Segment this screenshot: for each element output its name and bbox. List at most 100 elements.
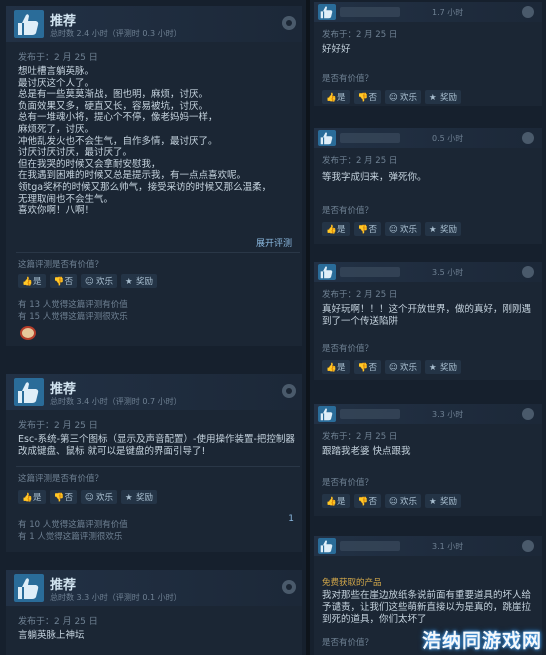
review-header: 推荐 总时数 3.3 小时（评测时 0.1 小时） [6, 570, 302, 606]
helpful-question: 是否有价值？ [322, 74, 374, 84]
award-button[interactable]: ★ 奖励 [425, 90, 462, 104]
thumbs-down-icon: 👎 [357, 225, 369, 235]
review-card: 3.5 小时 发布于：2 月 25 日 真好玩啊！！！这个开放世界，做的真好，刚… [314, 262, 542, 380]
posted-date: 发布于：2 月 25 日 [322, 290, 398, 300]
expand-review-link[interactable]: 展开评测 [256, 236, 292, 249]
posted-date: 发布于：2 月 25 日 [322, 30, 398, 40]
vote-buttons: 👍 是 👎 否 ☺ 欢乐 ★ 奖励 [18, 274, 158, 288]
review-header: 3.3 小时 [314, 404, 542, 424]
smile-icon: ☺ [85, 493, 94, 503]
vote-no-button[interactable]: 👎 否 [49, 490, 78, 504]
vote-yes-button[interactable]: 👍 是 [18, 274, 46, 288]
review-card: 3.3 小时 发布于：2 月 25 日 跟踏我老婆 快点跟我 是否有价值？ 👍 是… [314, 404, 542, 516]
award-icon: ★ [125, 277, 133, 287]
thumbs-up-icon: 👍 [326, 497, 337, 507]
vote-yes-button[interactable]: 👍 是 [322, 360, 350, 374]
award-icon: ★ [125, 493, 133, 503]
vote-funny-button[interactable]: ☺ 欢乐 [385, 494, 422, 508]
steam-icon[interactable] [522, 132, 534, 144]
review-card: 1.7 小时 发布于：2 月 25 日 好好好 是否有价值？ 👍 是 👎 否 ☺ 欢乐… [314, 2, 542, 106]
posted-date: 发布于：2 月 25 日 [18, 53, 98, 63]
award-button[interactable]: ★ 奖励 [425, 222, 462, 236]
helpful-question: 是否有价值？ [322, 206, 374, 216]
recommend-label: 推荐 [50, 14, 77, 29]
smile-icon: ☺ [389, 93, 398, 103]
posted-date: 发布于：2 月 25 日 [18, 421, 98, 431]
review-header: 0.5 小时 [314, 128, 542, 148]
divider [16, 252, 300, 253]
award-emoticon [20, 326, 36, 340]
thumbs-up-icon: 👍 [22, 493, 33, 503]
hours-played: 3.3 小时 [432, 410, 464, 419]
review-card: 推荐 总时数 3.3 小时（评测时 0.1 小时） 发布于：2 月 25 日 言… [6, 570, 302, 655]
review-header: 推荐 总时数 2.4 小时（评测时 0.3 小时） [6, 6, 302, 42]
posted-date: 发布于：2 月 25 日 [18, 617, 98, 627]
thumbs-up-icon [14, 10, 44, 38]
award-button[interactable]: ★ 奖励 [425, 360, 462, 374]
review-card: 推荐 总时数 3.4 小时（评测时 0.7 小时） 发布于：2 月 25 日 E… [6, 374, 302, 552]
vote-no-button[interactable]: 👎 否 [353, 494, 382, 508]
wrench-icon[interactable] [522, 540, 534, 552]
helpful-count: 有 10 人觉得这篇评测有价值 [18, 520, 128, 530]
vote-no-button[interactable]: 👎 否 [353, 222, 382, 236]
vote-no-button[interactable]: 👎 否 [49, 274, 78, 288]
redacted-username [340, 541, 400, 551]
review-header: 3.5 小时 [314, 262, 542, 282]
hours-played: 总时数 3.4 小时（评测时 0.7 小时） [50, 397, 182, 406]
steam-icon[interactable] [282, 384, 296, 398]
right-review-column: 1.7 小时 发布于：2 月 25 日 好好好 是否有价值？ 👍 是 👎 否 ☺ 欢乐… [310, 0, 546, 655]
thumbs-down-icon: 👎 [357, 363, 369, 373]
thumbs-up-icon [14, 574, 44, 602]
vote-yes-button[interactable]: 👍 是 [322, 222, 350, 236]
vote-funny-button[interactable]: ☺ 欢乐 [81, 490, 118, 504]
award-icon: ★ [429, 225, 437, 235]
comment-count-link[interactable]: 1 [288, 514, 294, 524]
vote-buttons: 👍 是 👎 否 ☺ 欢乐 ★ 奖励 [18, 490, 158, 504]
thumbs-up-icon [318, 4, 336, 20]
award-button[interactable]: ★ 奖励 [425, 494, 462, 508]
recommend-label: 推荐 [50, 578, 77, 593]
hours-played: 0.5 小时 [432, 134, 464, 143]
thumbs-up-icon [318, 406, 336, 422]
smile-icon: ☺ [389, 497, 398, 507]
steam-icon[interactable] [522, 6, 534, 18]
thumbs-up-icon [318, 130, 336, 146]
review-card: 0.5 小时 发布于：2 月 25 日 等我字成归来，弹死你。 是否有价值？ 👍… [314, 128, 542, 244]
vote-funny-button[interactable]: ☺ 欢乐 [385, 360, 422, 374]
award-icon: ★ [429, 497, 437, 507]
helpful-question: 是否有价值？ [322, 344, 374, 354]
review-body: 真好玩啊！！！这个开放世界，做的真好，刚刚遇 到了一个传送陷阱 [322, 304, 532, 327]
award-button[interactable]: ★ 奖励 [121, 274, 158, 288]
award-icon: ★ [429, 363, 437, 373]
steam-icon[interactable] [522, 408, 534, 420]
vote-funny-button[interactable]: ☺ 欢乐 [385, 222, 422, 236]
review-header: 推荐 总时数 3.4 小时（评测时 0.7 小时） [6, 374, 302, 410]
hours-played: 总时数 2.4 小时（评测时 0.3 小时） [50, 29, 182, 38]
hours-played: 总时数 3.3 小时（评测时 0.1 小时） [50, 593, 182, 602]
vote-no-button[interactable]: 👎 否 [353, 90, 382, 104]
helpful-question: 是否有价值？ [322, 638, 374, 648]
vote-funny-button[interactable]: ☺ 欢乐 [81, 274, 118, 288]
vote-yes-button[interactable]: 👍 是 [322, 494, 350, 508]
review-header: 3.1 小时 [314, 536, 542, 556]
award-icon: ★ [429, 93, 437, 103]
review-body: Esc-系统-第三个图标（显示及声音配置）-使用操作装置-把控制器 改成键盘、鼠… [18, 434, 295, 457]
thumbs-up-icon [318, 538, 336, 554]
helpful-count: 有 13 人觉得这篇评测有价值 [18, 300, 128, 310]
review-body: 言躺英脉上神坛 [18, 630, 85, 641]
steam-icon[interactable] [282, 580, 296, 594]
thumbs-up-icon: 👍 [22, 277, 33, 287]
steam-icon[interactable] [282, 16, 296, 30]
redacted-username [340, 409, 400, 419]
vote-funny-button[interactable]: ☺ 欢乐 [385, 90, 422, 104]
review-body: 等我字成归来，弹死你。 [322, 172, 427, 183]
smile-icon: ☺ [389, 225, 398, 235]
steam-icon[interactable] [522, 266, 534, 278]
hours-played: 1.7 小时 [432, 8, 464, 17]
review-body: 好好好 [322, 44, 351, 55]
vote-yes-button[interactable]: 👍 是 [322, 90, 350, 104]
vote-yes-button[interactable]: 👍 是 [18, 490, 46, 504]
vote-buttons: 👍 是 👎 否 ☺ 欢乐 ★ 奖励 [322, 90, 462, 104]
award-button[interactable]: ★ 奖励 [121, 490, 158, 504]
vote-no-button[interactable]: 👎 否 [353, 360, 382, 374]
